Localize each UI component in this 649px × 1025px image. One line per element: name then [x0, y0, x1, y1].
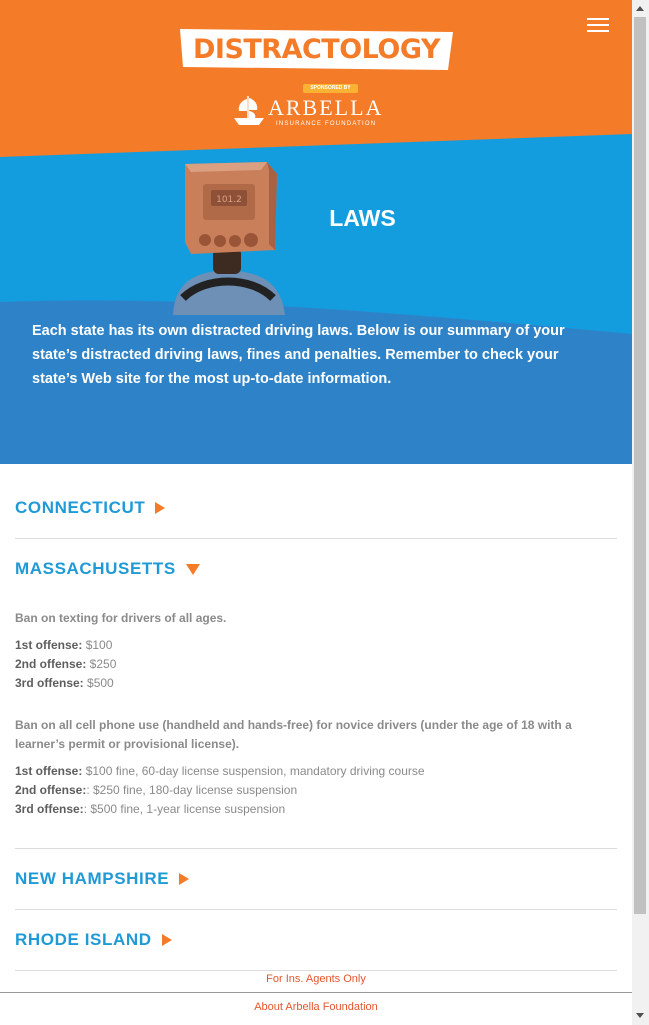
state-laws-accordion: CONNECTICUT MASSACHUSETTS Ban on texting… — [15, 478, 617, 971]
state-name: RHODE ISLAND — [15, 930, 152, 949]
state-details-massachusetts: Ban on texting for drivers of all ages. … — [15, 599, 617, 848]
sponsored-by-badge: SPONSORED BY — [303, 84, 358, 93]
scrollbar-thumb[interactable] — [634, 17, 646, 914]
offense-penalty: $100 fine, 60-day license suspension, ma… — [82, 764, 425, 778]
triangle-down-icon — [185, 563, 200, 575]
scroll-up-arrow-icon[interactable] — [636, 6, 644, 11]
state-toggle-new-hampshire[interactable]: NEW HAMPSHIRE — [15, 849, 617, 909]
offense-label: 3rd offense: — [15, 676, 84, 690]
offense-label: 1st offense: — [15, 638, 83, 652]
offense-row: 3rd offense: $500 — [15, 674, 617, 693]
offense-row: 2nd offense: $250 — [15, 655, 617, 674]
scroll-down-arrow-icon[interactable] — [636, 1013, 644, 1018]
svg-text:101.2: 101.2 — [216, 195, 242, 205]
offense-label: 1st offense: — [15, 764, 83, 778]
offense-penalty: : $250 fine, 180-day license suspension — [86, 783, 298, 797]
site-logo[interactable]: DISTRACTOLOGY — [178, 30, 455, 70]
offense-penalty: $100 — [82, 638, 113, 652]
triangle-right-icon — [155, 502, 166, 514]
state-name: NEW HAMPSHIRE — [15, 869, 170, 888]
triangle-right-icon — [179, 873, 190, 885]
page: DISTRACTOLOGY SPONSORED BY ARBELLA INSUR… — [0, 0, 632, 1025]
law-description: Ban on all cell phone use (handheld and … — [15, 718, 572, 751]
offense-penalty: $250 — [86, 657, 117, 671]
state-section-rhode-island: RHODE ISLAND — [15, 910, 617, 971]
intro-text: Each state has its own distracted drivin… — [32, 323, 565, 387]
offense-label: 3rd offense: — [15, 802, 84, 816]
state-name: MASSACHUSETTS — [15, 559, 176, 578]
ship-icon — [234, 96, 264, 125]
sponsor-logo-name[interactable]: ARBELLA — [268, 96, 383, 120]
state-section-new-hampshire: NEW HAMPSHIRE — [15, 849, 617, 910]
hamburger-menu-icon[interactable] — [585, 14, 611, 36]
law-block: Ban on all cell phone use (handheld and … — [15, 716, 617, 819]
state-section-connecticut: CONNECTICUT — [15, 478, 617, 539]
state-toggle-rhode-island[interactable]: RHODE ISLAND — [15, 910, 617, 970]
state-toggle-massachusetts[interactable]: MASSACHUSETTS — [15, 539, 617, 599]
state-toggle-connecticut[interactable]: CONNECTICUT — [15, 478, 617, 538]
about-arbella-link[interactable]: About Arbella Foundation — [0, 1000, 632, 1014]
vertical-scrollbar[interactable] — [632, 0, 649, 1025]
offense-label: 2nd offense: — [15, 657, 87, 671]
sponsor-logo-subtitle: INSURANCE FOUNDATION — [276, 121, 377, 127]
page-title: LAWS — [329, 205, 396, 231]
state-name: CONNECTICUT — [15, 498, 146, 517]
radio-head-driver-illustration: 101.2 — [173, 162, 285, 315]
offense-label: 2nd offense: — [15, 783, 87, 797]
footer-divider — [0, 992, 632, 993]
site-header: DISTRACTOLOGY SPONSORED BY ARBELLA INSUR… — [0, 0, 632, 464]
offense-row: 3rd offense:: $500 fine, 1-year license … — [15, 800, 617, 819]
offense-row: 1st offense: $100 fine, 60-day license s… — [15, 762, 617, 781]
law-description: Ban on texting for drivers of all ages. — [15, 611, 227, 625]
law-block: Ban on texting for drivers of all ages. … — [15, 609, 617, 693]
offense-penalty: : $500 fine, 1-year license suspension — [83, 802, 286, 816]
offense-penalty: $500 — [83, 676, 114, 690]
offense-row: 2nd offense:: $250 fine, 180-day license… — [15, 781, 617, 800]
offense-row: 1st offense: $100 — [15, 636, 617, 655]
triangle-right-icon — [161, 934, 172, 946]
state-section-massachusetts: MASSACHUSETTS Ban on texting for drivers… — [15, 539, 617, 849]
agents-link[interactable]: For Ins. Agents Only — [0, 972, 632, 986]
